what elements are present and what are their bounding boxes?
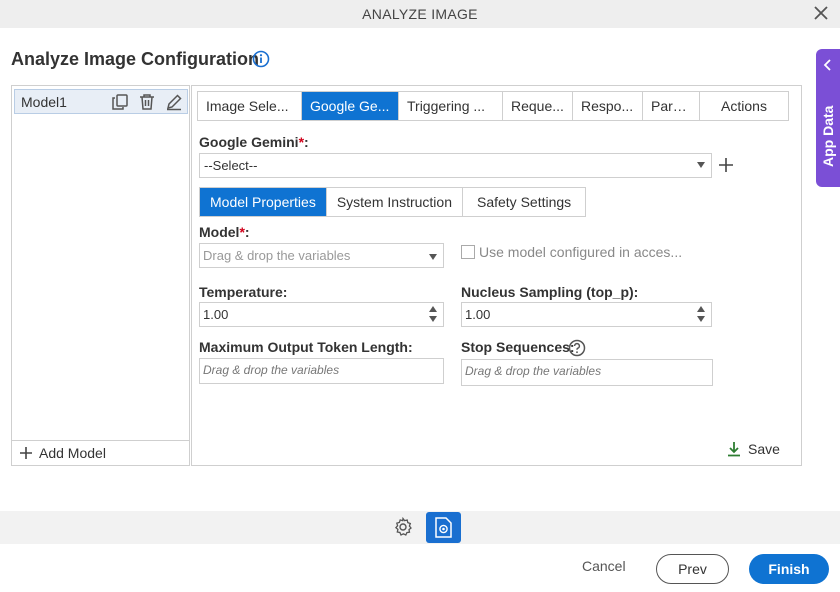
google-gemini-select[interactable]: --Select-- — [199, 153, 712, 178]
temperature-input[interactable]: 1.00 — [199, 302, 444, 327]
top-p-input[interactable]: 1.00 — [461, 302, 712, 327]
use-model-checkbox[interactable] — [461, 245, 475, 259]
tab-triggering[interactable]: Triggering ... — [399, 92, 503, 120]
subtab-model-properties[interactable]: Model Properties — [200, 188, 327, 216]
model-list-panel: Model1 Add Model — [11, 85, 190, 466]
save-label: Save — [748, 441, 780, 457]
label-suffix: : — [304, 134, 309, 150]
spinner-icon[interactable] — [429, 306, 437, 324]
label-suffix: : — [244, 224, 250, 240]
info-icon[interactable] — [252, 50, 270, 68]
model-name: Model1 — [21, 94, 67, 110]
stop-sequences-label: Stop Sequences: — [461, 339, 575, 355]
plus-icon — [20, 447, 32, 459]
top-p-value: 1.00 — [465, 307, 491, 322]
model-select[interactable]: Drag & drop the variables — [199, 243, 444, 268]
model-select-placeholder: Drag & drop the variables — [203, 248, 351, 263]
subtab-system-instruction[interactable]: System Instruction — [327, 188, 463, 216]
chevron-down-icon — [429, 254, 437, 260]
max-tokens-label: Maximum Output Token Length: — [199, 339, 413, 355]
tab-response[interactable]: Respo... — [573, 92, 643, 120]
delete-icon[interactable] — [138, 93, 156, 111]
google-gemini-label-text: Google Gemini — [199, 134, 299, 150]
tab-actions[interactable]: Actions — [700, 92, 788, 120]
subtab-safety-settings[interactable]: Safety Settings — [463, 188, 585, 216]
gear-icon[interactable] — [393, 517, 413, 537]
save-button[interactable]: Save — [726, 441, 780, 457]
app-data-label: App Data — [820, 105, 836, 167]
top-p-label: Nucleus Sampling (top_p): — [461, 284, 639, 300]
close-icon[interactable] — [812, 4, 830, 22]
use-model-checkbox-label: Use model configured in acces... — [479, 244, 683, 260]
stop-sequences-input[interactable]: Drag & drop the variables — [461, 359, 713, 386]
model-subtabs: Model Properties System Instruction Safe… — [199, 187, 587, 217]
configuration-panel: Image Sele... Google Ge... Triggering ..… — [191, 85, 802, 466]
page-title: Analyze Image Configuration — [11, 49, 260, 69]
config-tabs: Image Sele... Google Ge... Triggering ..… — [197, 91, 789, 121]
tab-request[interactable]: Reque... — [503, 92, 573, 120]
stop-sequences-placeholder: Drag & drop the variables — [465, 364, 602, 378]
max-tokens-input[interactable]: Drag & drop the variables — [199, 358, 444, 384]
model-label-text: Model — [199, 224, 240, 240]
prev-button[interactable]: Prev — [656, 554, 729, 584]
model-label: Model*: — [199, 224, 250, 240]
add-connection-icon[interactable] — [718, 157, 734, 173]
temperature-label: Temperature: — [199, 284, 288, 300]
analyze-image-button[interactable] — [426, 512, 461, 543]
add-model-label: Add Model — [39, 445, 106, 461]
help-icon[interactable] — [568, 339, 586, 357]
chevron-left-icon — [823, 59, 831, 71]
edit-icon[interactable] — [165, 93, 183, 111]
tab-image-selection[interactable]: Image Sele... — [198, 92, 302, 120]
chevron-down-icon — [697, 162, 705, 168]
tab-google-gemini[interactable]: Google Ge... — [302, 92, 399, 120]
download-icon — [728, 442, 740, 457]
tab-parsing[interactable]: Pars... — [643, 92, 700, 120]
finish-button[interactable]: Finish — [749, 554, 829, 584]
model-list-footer: Add Model — [12, 440, 189, 465]
app-data-panel-toggle[interactable]: App Data — [816, 49, 840, 187]
google-gemini-select-value: --Select-- — [204, 158, 258, 173]
max-tokens-placeholder: Drag & drop the variables — [203, 363, 340, 377]
copy-icon[interactable] — [111, 93, 129, 111]
bottom-toolbar — [0, 511, 840, 544]
add-model-button[interactable]: Add Model — [19, 445, 106, 461]
window-title: ANALYZE IMAGE — [362, 6, 478, 22]
spinner-icon[interactable] — [697, 306, 705, 324]
google-gemini-label: Google Gemini*: — [199, 134, 309, 150]
window-titlebar: ANALYZE IMAGE — [0, 0, 840, 28]
cancel-button[interactable]: Cancel — [582, 558, 626, 574]
model-list-item[interactable]: Model1 — [14, 89, 188, 114]
image-analyze-icon — [435, 517, 452, 538]
temperature-value: 1.00 — [203, 307, 229, 322]
